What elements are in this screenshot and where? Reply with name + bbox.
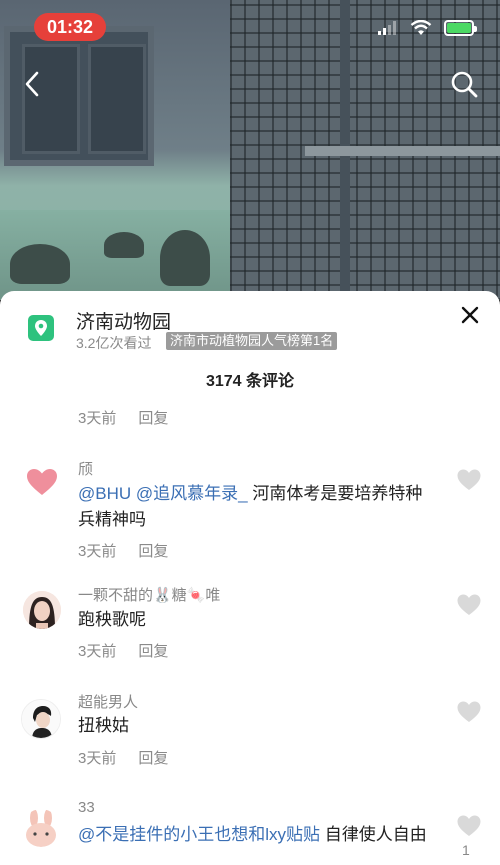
reply-button[interactable]: 回复 <box>138 747 168 768</box>
comment-item: 超能男人 扭秧姑 3天前 回复 <box>0 694 500 786</box>
heart-icon[interactable] <box>456 593 482 617</box>
heart-icon[interactable] <box>456 814 482 838</box>
heart-avatar-icon <box>27 469 57 495</box>
user-photo-icon <box>23 591 61 629</box>
user-photo-icon <box>22 700 60 738</box>
comment-time: 3天前 <box>78 543 117 560</box>
back-arrow-icon <box>25 71 39 97</box>
poi-name: 济南动物园 <box>76 312 172 333</box>
mural <box>0 210 235 300</box>
comment-author[interactable]: 超能男人 <box>78 691 138 712</box>
comment-item: 颀 @BHU @追风慕年录_ 河南体考是要培养特种兵精神吗 3天前 回复 <box>0 456 500 566</box>
comment-meta: 3天前 回复 <box>78 640 168 661</box>
comment-count: 3174 条评论 <box>205 373 295 390</box>
poi-card[interactable]: 济南动物园 3.2亿次看过 济南市动植物园人气榜第1名 <box>28 312 480 357</box>
comment-time: 3天前 <box>78 643 117 660</box>
comment-meta: 3天前 回复 <box>78 540 168 561</box>
comment-time: 3天前 <box>78 750 117 767</box>
poi-rank-badge: 济南市动植物园人气榜第1名 <box>166 332 338 350</box>
comment-author[interactable]: 33 <box>78 799 95 816</box>
status-bar: 01:32 <box>0 0 500 54</box>
mural-tree <box>10 244 70 284</box>
comment-time: 3天前 <box>78 410 117 427</box>
mention-link[interactable]: @追风慕年录_ <box>136 484 248 503</box>
comment-item: 33 @不是挂件的小王也想和lxy贴贴 自律使人自由 1 <box>0 799 500 865</box>
comment-text: @BHU @追风慕年录_ 河南体考是要培养特种兵精神吗 <box>78 481 438 533</box>
avatar[interactable] <box>21 699 61 739</box>
comment-body: 自律使人自由 <box>320 825 427 844</box>
comment-text: @不是挂件的小王也想和lxy贴贴 自律使人自由 <box>78 822 438 848</box>
status-icons <box>378 20 477 36</box>
mural-tree <box>104 232 144 258</box>
comment-meta: 3天前 回复 <box>78 747 168 768</box>
mention-link[interactable]: @BHU <box>78 484 131 503</box>
avatar[interactable] <box>23 591 61 629</box>
mention-link[interactable]: lxy贴贴 <box>265 825 320 844</box>
battery-icon <box>444 20 477 36</box>
status-time: 01:32 <box>34 13 106 41</box>
bunny-avatar-icon <box>26 809 56 847</box>
search-button[interactable] <box>446 66 482 102</box>
heart-icon[interactable] <box>456 468 482 492</box>
comment-sheet: 济南动物园 3.2亿次看过 济南市动植物园人气榜第1名 3174 条评论 3天前… <box>0 291 500 865</box>
mention-link[interactable]: @不是挂件的小王也想和 <box>78 825 265 844</box>
heart-icon[interactable] <box>456 700 482 724</box>
signal-icon <box>378 21 396 35</box>
comment-author[interactable]: 颀 <box>78 458 93 479</box>
comment-meta: 3天前 回复 <box>78 407 168 428</box>
cage-beam <box>305 146 500 156</box>
wifi-icon <box>410 20 432 35</box>
reply-button[interactable]: 回复 <box>138 407 168 428</box>
reply-button[interactable]: 回复 <box>138 540 168 561</box>
comment-text: 扭秧姑 <box>78 716 129 735</box>
mural-tree <box>160 230 210 286</box>
back-button[interactable] <box>14 66 50 102</box>
location-pin-icon <box>28 315 54 341</box>
comment-item: 一颗不甜的🐰糖🍬唯 跑秧歌呢 3天前 回复 <box>0 587 500 678</box>
close-button[interactable] <box>458 305 482 329</box>
poi-views: 3.2亿次看过 <box>76 335 152 351</box>
avatar[interactable] <box>24 464 60 500</box>
like-count: 1 <box>462 842 470 858</box>
comment-text: 跑秧歌呢 <box>78 610 146 629</box>
avatar[interactable] <box>22 809 60 847</box>
close-icon <box>461 306 479 324</box>
comment-author[interactable]: 一颗不甜的🐰糖🍬唯 <box>78 584 220 605</box>
reply-button[interactable]: 回复 <box>138 640 168 661</box>
window-pane <box>88 44 146 154</box>
search-icon <box>451 71 478 98</box>
